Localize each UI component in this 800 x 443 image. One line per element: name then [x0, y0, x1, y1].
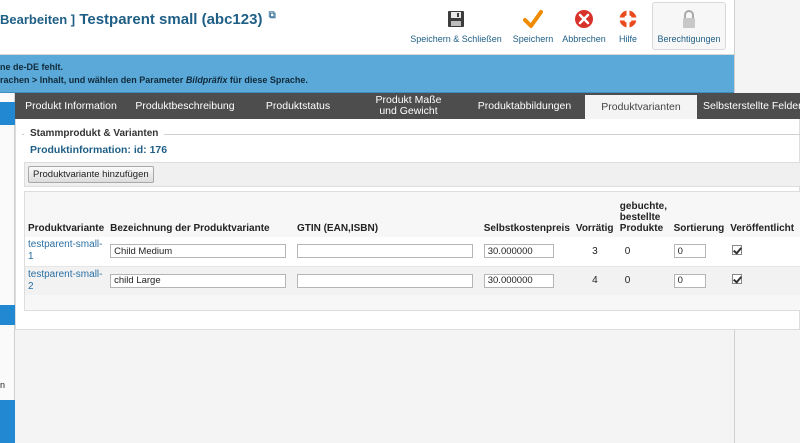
tab-produktbeschreibung[interactable]: Produktbeschreibung — [127, 93, 243, 119]
tab-produkt-information[interactable]: Produkt Information — [15, 93, 127, 119]
permissions-label: Berechtigungen — [657, 34, 721, 44]
tab-produktvarianten[interactable]: Produktvarianten — [585, 93, 697, 119]
sidebar-partial-text: n — [0, 380, 6, 390]
add-variant-button[interactable]: Produktvariante hinzufügen — [28, 166, 154, 183]
product-info: Produktinformation: id: 176 — [30, 144, 168, 156]
save-close-label: Speichern & Schließen — [410, 34, 502, 44]
fieldset-legend: Stammprodukt & Varianten — [24, 128, 165, 139]
close-circle-icon — [575, 10, 593, 28]
variant-name-input[interactable] — [110, 273, 287, 288]
variants-table: Produktvariante Bezeichnung der Produktv… — [25, 197, 800, 295]
stock-value: 3 — [572, 237, 617, 266]
table-header-row: Produktvariante Bezeichnung der Produktv… — [25, 197, 800, 237]
tab-selbsterstellte-felder[interactable]: Selbsterstellte Felder — [697, 93, 800, 119]
system-message: ne de-DE fehlt. rachen > Inhalt, und wäh… — [0, 55, 734, 93]
page: { "header": { "context_label": "Bearbeit… — [0, 0, 800, 443]
button-bar: Produktvariante hinzufügen — [24, 162, 800, 187]
header-variant: Produktvariante — [28, 223, 105, 234]
gtin-input[interactable] — [296, 273, 473, 288]
sort-input[interactable] — [673, 273, 706, 288]
variant-name-input[interactable] — [110, 244, 287, 259]
external-link-icon[interactable]: ⧉ — [269, 10, 276, 21]
header-booked: gebuchte, bestellte Produkte — [619, 201, 668, 234]
stock-value: 4 — [572, 265, 617, 295]
variants-panel: Stammprodukt & Varianten Produktinformat… — [15, 119, 800, 330]
header-gtin: GTIN (EAN,ISBN) — [296, 223, 379, 234]
header-sort: Sortierung — [673, 223, 725, 234]
cost-input[interactable] — [483, 244, 554, 259]
save-close-button[interactable]: Speichern & Schließen — [404, 2, 508, 50]
checkmark-icon — [523, 10, 543, 28]
table-row: testparent-small-2 4 0 — [25, 265, 800, 295]
published-checkbox[interactable] — [732, 244, 743, 255]
floppy-disk-icon — [448, 11, 464, 27]
sidebar-item-active[interactable] — [0, 102, 15, 125]
variant-link[interactable]: testparent-small-1 — [28, 239, 104, 263]
tab-produkt-masse-gewicht[interactable]: Produkt Maße und Gewicht — [353, 93, 464, 119]
tab-bar: Produkt Information Produktbeschreibung … — [15, 93, 800, 119]
header-stock: Vorrätig — [575, 223, 614, 234]
sidebar-item[interactable] — [0, 400, 15, 443]
cancel-button[interactable]: Abbrechen — [558, 2, 610, 50]
help-button[interactable]: Hilfe — [610, 2, 646, 50]
variants-table-container: Produktvariante Bezeichnung der Produktv… — [24, 191, 800, 311]
message-line-2: rachen > Inhalt, und wählen den Paramete… — [0, 75, 308, 85]
tab-produktstatus[interactable]: Produktstatus — [243, 93, 353, 119]
header-cost: Selbstkostenpreis — [483, 223, 570, 234]
table-row: testparent-small-1 3 0 — [25, 237, 800, 266]
tab-produktabbildungen[interactable]: Produktabbildungen — [464, 93, 585, 119]
booked-value: 0 — [616, 237, 671, 266]
cost-input[interactable] — [483, 273, 554, 288]
save-label: Speichern — [512, 34, 554, 44]
help-label: Hilfe — [618, 34, 637, 44]
gtin-input[interactable] — [296, 244, 473, 259]
sidebar: n — [0, 93, 15, 443]
header-name: Bezeichnung der Produktvariante — [110, 223, 270, 234]
sidebar-item[interactable] — [0, 305, 15, 325]
lock-icon — [683, 10, 695, 28]
variant-link[interactable]: testparent-small-2 — [28, 269, 104, 293]
cancel-label: Abbrechen — [562, 34, 606, 44]
booked-value: 0 — [616, 265, 671, 295]
header-published: Veröffentlicht — [730, 223, 795, 234]
published-checkbox[interactable] — [732, 274, 743, 285]
message-line-1: ne de-DE fehlt. — [0, 62, 64, 72]
lifebuoy-icon — [619, 10, 637, 28]
save-button[interactable]: Speichern — [508, 2, 558, 50]
header: Bearbeiten ] Testparent small (abc123) ⧉… — [0, 0, 734, 55]
sort-input[interactable] — [673, 244, 706, 259]
page-title: Bearbeiten ] Testparent small (abc123) ⧉ — [0, 10, 276, 28]
permissions-button[interactable]: Berechtigungen — [652, 2, 726, 50]
context-label: Bearbeiten ] — [0, 12, 76, 27]
title-text: Testparent small (abc123) — [79, 11, 263, 28]
toolbar: Speichern & Schließen Speichern Abbreche… — [404, 2, 726, 52]
message-param: Bildpräfix — [185, 75, 228, 85]
